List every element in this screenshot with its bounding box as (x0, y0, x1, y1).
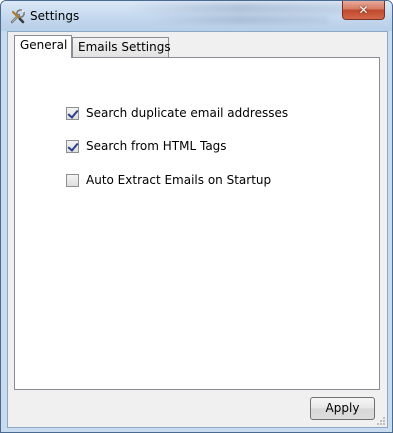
auto-extract-checkbox[interactable] (66, 173, 79, 187)
tools-icon (10, 9, 25, 24)
search-html-tags-label: Search from HTML Tags (86, 139, 227, 153)
close-icon: ✕ (358, 3, 369, 17)
title-bar[interactable]: Settings ✕ (1, 1, 392, 31)
tab-emails-settings-label: Emails Settings (78, 40, 171, 54)
apply-button[interactable]: Apply (310, 397, 375, 420)
tab-general[interactable]: General (14, 35, 72, 58)
tab-emails-settings[interactable]: Emails Settings (72, 37, 171, 57)
option-search-html-tags[interactable]: Search from HTML Tags (66, 138, 227, 154)
window-title: Settings (30, 9, 80, 23)
dialog-client-area: General Emails Settings Search duplicate… (7, 31, 388, 428)
general-tab-panel: Search duplicate email addresses Search … (14, 57, 380, 390)
search-duplicate-label: Search duplicate email addresses (86, 106, 289, 120)
settings-window: Settings ✕ General Emails Settings Searc… (0, 0, 393, 433)
close-button[interactable]: ✕ (342, 1, 385, 20)
blurred-background-text-2 (149, 15, 329, 24)
search-duplicate-checkbox[interactable] (66, 106, 79, 120)
blurred-background-text (129, 3, 349, 13)
search-html-tags-checkbox[interactable] (66, 139, 79, 153)
resize-grip-icon[interactable] (376, 416, 386, 426)
tab-general-label: General (20, 38, 68, 52)
option-search-duplicate[interactable]: Search duplicate email addresses (66, 105, 288, 121)
auto-extract-label: Auto Extract Emails on Startup (86, 173, 272, 187)
option-auto-extract[interactable]: Auto Extract Emails on Startup (66, 172, 271, 188)
